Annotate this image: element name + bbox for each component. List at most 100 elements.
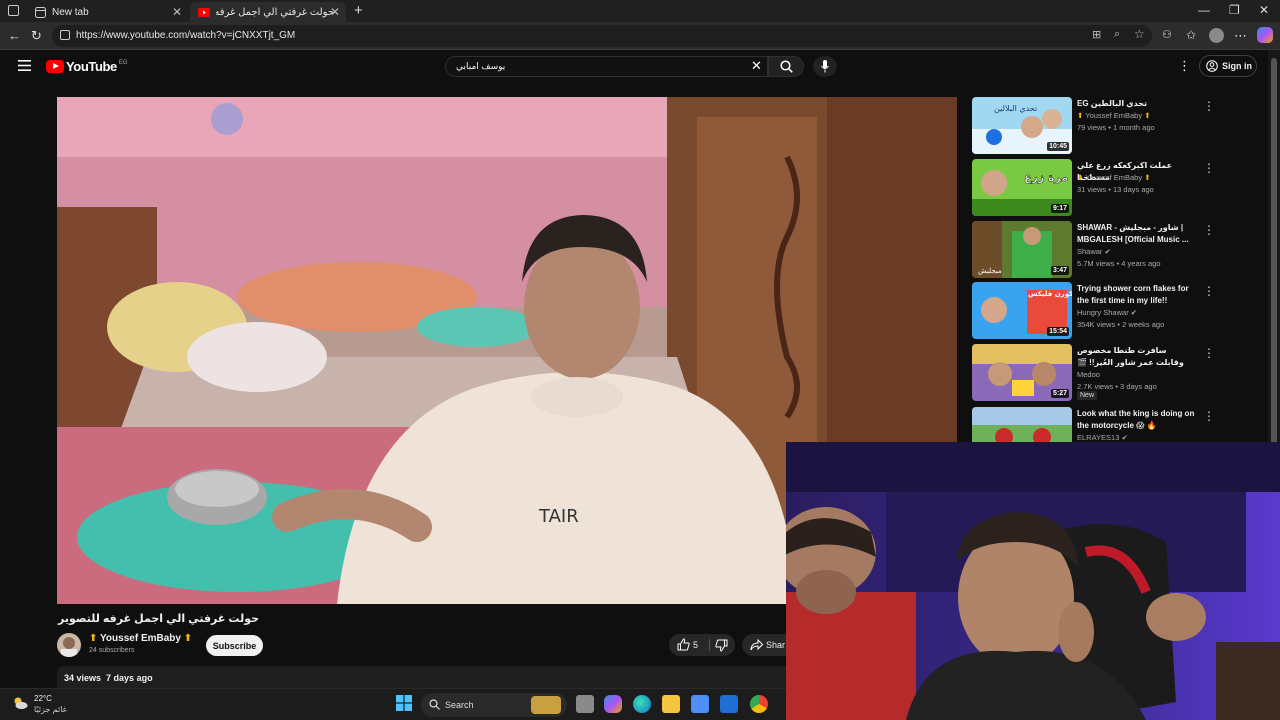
settings-kebab-icon[interactable]: ⋮ (1178, 58, 1191, 74)
close-tab-icon[interactable]: ✕ (172, 5, 182, 19)
channel-line: Hungry Shawar ✔ (1077, 308, 1137, 317)
tab-new-tab[interactable]: New tab ✕ (26, 2, 188, 22)
outlook-icon[interactable] (720, 695, 738, 713)
country-code: EG (118, 59, 128, 66)
chrome-icon[interactable] (750, 695, 768, 713)
extensions-icon[interactable]: ⚇ (1162, 28, 1172, 41)
view-date-line: 34 views 7 days ago (64, 673, 153, 683)
more-actions-icon[interactable]: ⋮ (1203, 161, 1215, 175)
youtube-masthead: YouTube EG يوسف امبابي ✕ ⋮ Sign in (0, 50, 1268, 84)
dislike-button[interactable] (710, 634, 735, 656)
copilot-icon[interactable] (1257, 27, 1273, 43)
channel-name-text: Youssef EmBaby (100, 633, 181, 644)
site-info-icon[interactable] (60, 30, 70, 40)
favorite-star-icon[interactable]: ☆ (1134, 27, 1145, 41)
recommended-video[interactable]: مبجليش 3:47 SHAWAR - شاور - مبجلیش | MBG… (972, 221, 1217, 279)
video-thumbnail[interactable] (972, 407, 1072, 442)
edge-browser-icon[interactable] (633, 695, 651, 713)
copilot-taskbar-icon[interactable] (604, 695, 622, 713)
restore-icon[interactable]: ❐ (1229, 3, 1240, 17)
video-thumbnail[interactable]: مبجليش 3:47 (972, 221, 1072, 278)
verified-icon: ✔ (1121, 433, 1128, 442)
video-thumbnail[interactable]: تحدي البلالين 10:45 (972, 97, 1072, 154)
youtube-logo[interactable]: YouTube EG (46, 59, 128, 74)
profile-avatar[interactable] (1209, 28, 1224, 43)
video-title: Trying shower corn flakes for the first … (1077, 284, 1189, 305)
more-actions-icon[interactable]: ⋮ (1203, 99, 1215, 113)
webcam-overlay (786, 442, 1280, 720)
video-thumbnail[interactable]: كورن فليكس 15:54 (972, 282, 1072, 339)
channel-name[interactable]: ⬆ Youssef EmBaby ⬆ (89, 633, 192, 644)
back-icon[interactable]: ← (8, 28, 21, 43)
close-tab-icon[interactable]: ✕ (330, 5, 340, 19)
hamburger-menu-icon[interactable] (18, 58, 31, 76)
channel-line: ⬆ Youssef EmBaby ⬆ (1077, 111, 1150, 120)
crown-icon: ⬆ (89, 633, 98, 644)
video-title: سافرت طنطا مخصوص وقابلت عمر شاور العُيز!… (1077, 346, 1184, 367)
recommended-video[interactable]: كورن فليكس 15:54 Trying shower corn flak… (972, 282, 1217, 340)
share-button[interactable]: Shar (742, 634, 792, 656)
channel-line: ELRAYES13 ✔ (1077, 433, 1128, 442)
search-input[interactable]: يوسف امبابي ✕ (445, 56, 768, 77)
recommended-video[interactable]: 5:27 سافرت طنطا مخصوص وقابلت عمر شاور ال… (972, 344, 1217, 402)
task-view-icon[interactable] (576, 695, 594, 713)
crown-icon: ⬆ (183, 633, 193, 644)
sign-in-button[interactable]: Sign in (1199, 55, 1257, 77)
youtube-play-icon (46, 60, 64, 73)
channel-avatar[interactable] (57, 633, 81, 657)
recommended-video[interactable]: تحدي البلالين 10:45 تحدي البالطين EG ⬆ Y… (972, 97, 1217, 155)
subscribe-button[interactable]: Subscribe (206, 635, 263, 656)
like-button[interactable]: 5 (669, 634, 709, 656)
more-actions-icon[interactable]: ⋮ (1203, 223, 1215, 237)
url-text: https://www.youtube.com/watch?v=jCNXXTjt… (76, 30, 296, 41)
channel-name: Medoo (1077, 370, 1100, 379)
view-count: 34 views (64, 673, 102, 683)
recommended-video[interactable]: Look what the king is doing on the motor… (972, 407, 1217, 442)
tab-youtube-video[interactable]: حولت غرفتي الي اجمل غرفه للتصو ✕ (190, 2, 346, 22)
video-meta: 2.7K views • 3 days ago (1077, 382, 1157, 391)
microphone-icon (821, 60, 829, 73)
voice-search-button[interactable] (813, 56, 837, 77)
video-title: حولت غرفتي الي اجمل غرفه للتصوير (58, 613, 260, 625)
windows-taskbar: 22°C غائم جزئيًا Search (0, 688, 786, 720)
like-dislike-group: 5 (669, 634, 735, 656)
thumbnail-caption: كورن فليكس (1028, 290, 1072, 298)
new-tab-plus-icon[interactable]: + (354, 2, 363, 19)
video-thumbnail[interactable]: 5:27 (972, 344, 1072, 401)
recommended-video[interactable]: تول مرة زرع 9:17 عملت اكبركعكه زرع علي م… (972, 159, 1217, 217)
tab-actions-icon[interactable] (8, 5, 19, 16)
search-highlight-icon (531, 696, 561, 714)
video-duration: 3:47 (1050, 266, 1069, 275)
app-available-icon[interactable]: ⊞ (1092, 28, 1101, 41)
microsoft-store-icon[interactable] (691, 695, 709, 713)
minimize-icon[interactable]: — (1198, 3, 1210, 17)
video-meta: 5.7M views • 4 years ago (1077, 259, 1161, 268)
refresh-icon[interactable]: ↻ (31, 28, 42, 44)
more-actions-icon[interactable]: ⋮ (1203, 284, 1215, 298)
file-explorer-icon[interactable] (662, 695, 680, 713)
description-box[interactable]: 34 views 7 days ago (57, 666, 797, 688)
share-label: Shar (766, 640, 786, 650)
more-actions-icon[interactable]: ⋮ (1203, 346, 1215, 360)
clear-search-icon[interactable]: ✕ (751, 58, 762, 74)
search-query-text: يوسف امبابي (456, 61, 506, 71)
upload-date: 7 days ago (106, 673, 153, 683)
channel-name: ELRAYES13 (1077, 433, 1120, 442)
more-menu-icon[interactable]: ⋯ (1234, 28, 1247, 44)
verified-icon: ✔ (1130, 308, 1138, 317)
partly-cloudy-icon (12, 696, 28, 715)
browser-tab-strip: New tab ✕ حولت غرفتي الي اجمل غرفه للتصو… (0, 0, 1280, 22)
more-actions-icon[interactable]: ⋮ (1203, 409, 1215, 423)
close-window-icon[interactable]: ✕ (1259, 3, 1269, 17)
video-duration: 15:54 (1047, 327, 1069, 336)
url-field[interactable]: https://www.youtube.com/watch?v=jCNXXTjt… (52, 25, 1152, 47)
video-duration: 9:17 (1050, 204, 1069, 213)
video-thumbnail[interactable]: تول مرة زرع 9:17 (972, 159, 1072, 216)
windows-start-icon[interactable] (396, 695, 414, 713)
taskbar-search[interactable]: Search (421, 693, 567, 717)
search-button[interactable] (768, 56, 804, 77)
favorites-icon[interactable]: ✩ (1186, 28, 1196, 42)
video-meta: 79 views • 1 month ago (1077, 123, 1155, 132)
webcam-frame (786, 442, 1280, 720)
zoom-icon[interactable]: ⌕ (1114, 28, 1120, 41)
